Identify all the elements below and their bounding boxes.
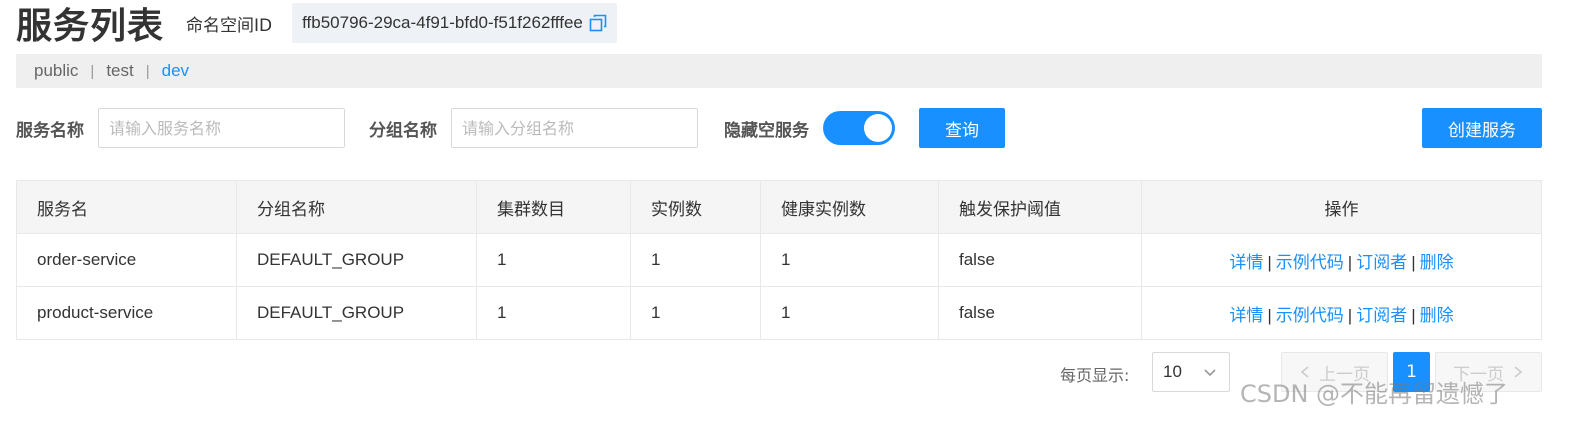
column-header-instances: 实例数: [630, 180, 761, 234]
action-separator: |: [1347, 305, 1353, 325]
delete-link[interactable]: 删除: [1420, 306, 1454, 326]
namespace-id-value: ffb50796-29ca-4f91-bfd0-f51f262fffee: [302, 13, 583, 32]
column-header-threshold: 触发保护阈值: [938, 180, 1142, 234]
hide-empty-label: 隐藏空服务: [724, 120, 809, 141]
cell-group-name: DEFAULT_GROUP: [236, 233, 477, 287]
column-header-healthy: 健康实例数: [760, 180, 939, 234]
page-size-value: 10: [1163, 362, 1182, 381]
sample-code-link[interactable]: 示例代码: [1276, 253, 1344, 273]
cell-clusters: 1: [476, 233, 631, 287]
action-separator: |: [1411, 252, 1416, 272]
group-name-label: 分组名称: [369, 120, 437, 141]
details-link[interactable]: 详情: [1229, 253, 1263, 273]
subscribers-link[interactable]: 订阅者: [1356, 306, 1407, 326]
cell-instances: 1: [630, 233, 761, 287]
tab-dev[interactable]: dev: [162, 61, 189, 81]
namespace-tabs: public | test | dev: [16, 54, 1542, 88]
cell-clusters: 1: [476, 286, 631, 340]
chevron-right-icon: [1514, 366, 1523, 378]
column-header-group: 分组名称: [236, 180, 477, 234]
details-link[interactable]: 详情: [1229, 306, 1263, 326]
group-name-input[interactable]: [451, 108, 698, 148]
sample-code-link[interactable]: 示例代码: [1276, 306, 1344, 326]
action-separator: |: [1347, 252, 1353, 272]
tab-test[interactable]: test: [106, 61, 133, 81]
page-title: 服务列表: [16, 6, 165, 47]
table-row: product-service DEFAULT_GROUP 1 1 1 fals…: [16, 286, 1542, 340]
subscribers-link[interactable]: 订阅者: [1356, 253, 1407, 273]
column-header-service: 服务名: [16, 180, 237, 234]
chevron-down-icon: [1204, 369, 1216, 377]
cell-service-name: order-service: [16, 233, 237, 287]
query-button[interactable]: 查询: [919, 108, 1005, 148]
tab-separator: |: [145, 62, 150, 80]
cell-service-name: product-service: [16, 286, 237, 340]
service-table: 服务名 分组名称 集群数目 实例数 健康实例数 触发保护阈值 操作 order-…: [16, 180, 1542, 340]
cell-instances: 1: [630, 286, 761, 340]
namespace-id-box: ffb50796-29ca-4f91-bfd0-f51f262fffee: [292, 3, 617, 43]
cell-threshold: false: [938, 233, 1142, 287]
copy-icon[interactable]: [589, 14, 607, 32]
service-name-label: 服务名称: [16, 120, 84, 141]
cell-actions: 详情 | 示例代码 | 订阅者 | 删除: [1141, 286, 1542, 340]
toggle-knob: [864, 114, 892, 142]
action-separator: |: [1411, 305, 1416, 325]
hide-empty-toggle[interactable]: [823, 111, 895, 145]
action-separator: |: [1267, 305, 1272, 325]
cell-group-name: DEFAULT_GROUP: [236, 286, 477, 340]
column-header-actions: 操作: [1141, 180, 1542, 234]
namespace-label: 命名空间ID: [186, 15, 273, 36]
cell-actions: 详情 | 示例代码 | 订阅者 | 删除: [1141, 233, 1542, 287]
table-header-row: 服务名 分组名称 集群数目 实例数 健康实例数 触发保护阈值 操作: [16, 180, 1542, 234]
cell-healthy: 1: [760, 286, 939, 340]
page-size-select[interactable]: 10: [1152, 352, 1230, 392]
filter-bar: 服务名称 分组名称 隐藏空服务 查询 创建服务: [16, 108, 1542, 148]
tab-public[interactable]: public: [34, 61, 78, 81]
service-name-input[interactable]: [98, 108, 345, 148]
tab-separator: |: [90, 62, 95, 80]
page-size-label: 每页显示:: [1060, 366, 1130, 385]
create-service-button[interactable]: 创建服务: [1422, 108, 1542, 148]
delete-link[interactable]: 删除: [1420, 253, 1454, 273]
cell-threshold: false: [938, 286, 1142, 340]
action-separator: |: [1267, 252, 1272, 272]
watermark: CSDN @不能再留遗憾了: [1240, 380, 1509, 408]
cell-healthy: 1: [760, 233, 939, 287]
column-header-clusters: 集群数目: [476, 180, 631, 234]
table-row: order-service DEFAULT_GROUP 1 1 1 false …: [16, 233, 1542, 287]
page-header: 服务列表 命名空间ID ffb50796-29ca-4f91-bfd0-f51f…: [16, 0, 617, 47]
